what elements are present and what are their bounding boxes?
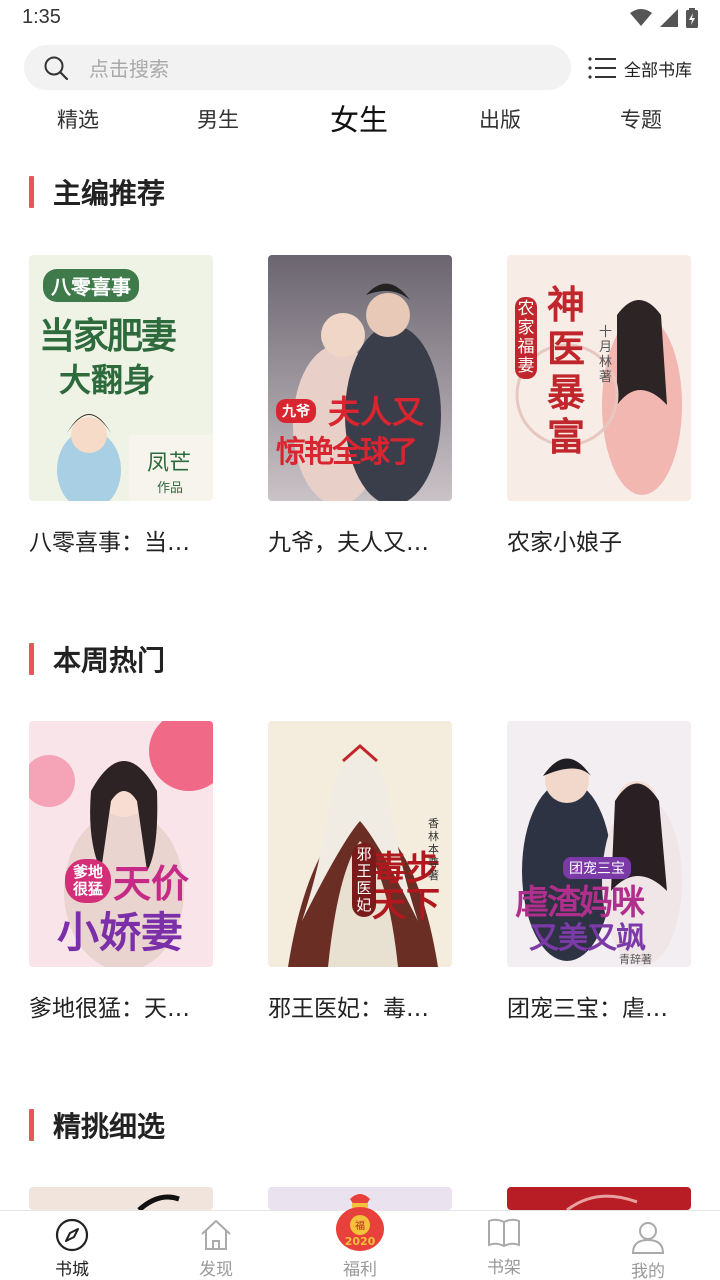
book-title[interactable]: 农家小娘子 <box>507 523 707 557</box>
cover-series: 八零喜事 <box>43 269 139 302</box>
nav-bookstore[interactable]: 书城 <box>22 1211 122 1280</box>
signal-icon <box>660 9 678 27</box>
tab-male[interactable]: 男生 <box>158 100 278 144</box>
search-placeholder: 点击搜索 <box>89 57 169 81</box>
all-library-label: 全部书库 <box>624 60 692 81</box>
book-title[interactable]: 团宠三宝：虐… <box>507 989 707 1023</box>
status-bar: 1:35 <box>0 0 720 40</box>
book-card[interactable]: 九爷 夫人又 惊艳全球了 九爷，夫人又… <box>268 255 452 557</box>
nav-label: 发现 <box>199 1260 233 1280</box>
cover-author: 青辞著 <box>619 953 652 966</box>
cover-headline: 当家肥妻 <box>39 316 177 357</box>
cover-series: 邪王医妃 <box>352 843 376 917</box>
book-cover[interactable] <box>507 1187 691 1210</box>
tab-featured[interactable]: 精选 <box>18 100 138 144</box>
book-title[interactable]: 爹地很猛：天… <box>29 989 229 1023</box>
wifi-icon <box>630 9 652 26</box>
nav-bookshelf[interactable]: 书架 <box>454 1211 554 1280</box>
book-card[interactable] <box>29 1187 213 1210</box>
book-card[interactable]: 毒步天下 邪王医妃 香林本尊著 邪王医妃：毒… <box>268 721 452 1023</box>
book-title[interactable]: 八零喜事：当… <box>29 523 229 557</box>
nav-label: 书架 <box>487 1258 521 1278</box>
compass-icon <box>55 1218 89 1252</box>
tab-female[interactable]: 女生 <box>299 100 419 144</box>
cover-series: 爹地很猛 <box>65 859 111 903</box>
cover-series: 九爷 <box>276 399 316 423</box>
cover-subtitle: 大翻身 <box>59 361 156 399</box>
search-input[interactable]: 点击搜索 <box>24 45 571 90</box>
book-cover[interactable]: 九爷 夫人又 惊艳全球了 <box>268 255 452 501</box>
book-cover[interactable]: 毒步天下 邪王医妃 香林本尊著 <box>268 721 452 967</box>
cover-author: 十月林著 <box>599 325 613 385</box>
cover-series: 农家福妻 <box>515 297 537 379</box>
category-tabs: 精选 男生 女生 出版 专题 <box>0 100 720 144</box>
section-handpicked: 精挑细选 <box>29 1107 165 1143</box>
cover-subtitle: 小娇妻 <box>57 908 184 957</box>
book-title[interactable]: 邪王医妃：毒… <box>268 989 468 1023</box>
book-cover[interactable]: 爹地很猛 天价 小娇妻 <box>29 721 213 967</box>
nav-welfare[interactable]: 福 2020 福利 <box>310 1194 410 1280</box>
section-accent-bar <box>29 176 34 208</box>
nav-label: 我的 <box>631 1262 665 1280</box>
book-cover[interactable]: 八零喜事 当家肥妻 大翻身 凤芒 作品 <box>29 255 213 501</box>
book-title[interactable]: 九爷，夫人又… <box>268 523 468 557</box>
nav-profile[interactable]: 我的 <box>598 1211 698 1280</box>
section-editor-picks: 主编推荐 <box>29 174 165 210</box>
nav-label: 福利 <box>343 1260 377 1280</box>
tab-topics[interactable]: 专题 <box>581 100 701 144</box>
home-icon <box>201 1219 231 1250</box>
book-icon <box>488 1218 520 1248</box>
section-accent-bar <box>29 643 34 675</box>
book-cover[interactable]: 农家福妻 神医暴富 十月林著 <box>507 255 691 501</box>
section-title: 主编推荐 <box>53 177 166 210</box>
svg-text:福: 福 <box>355 1219 365 1232</box>
cover-author: 香林本尊著 <box>428 817 439 882</box>
section-title: 本周热门 <box>53 644 166 677</box>
book-cover[interactable]: 团宠三宝 虐渣妈咪 又美又飒 青辞著 <box>507 721 691 967</box>
cover-author: 凤芒 <box>147 451 192 476</box>
cover-subtitle: 惊艳全球了 <box>276 435 418 470</box>
cover-headline: 神医暴富 <box>547 283 586 459</box>
tab-published[interactable]: 出版 <box>440 100 560 144</box>
gift-bag-icon: 福 2020 <box>336 1194 384 1251</box>
section-accent-bar <box>29 1109 34 1141</box>
cover-credit: 作品 <box>157 481 184 496</box>
book-card[interactable]: 爹地很猛 天价 小娇妻 爹地很猛：天… <box>29 721 213 1023</box>
nav-discover[interactable]: 发现 <box>166 1211 266 1280</box>
search-icon <box>44 56 69 80</box>
section-weekly-hot: 本周热门 <box>29 641 165 677</box>
all-library-button[interactable]: 全部书库 <box>588 53 692 83</box>
book-card[interactable]: 农家福妻 神医暴富 十月林著 农家小娘子 <box>507 255 691 557</box>
bottom-nav: 书城 发现 福 2020 福利 书架 我的 <box>0 1194 720 1280</box>
list-icon <box>588 57 616 79</box>
book-card[interactable]: 团宠三宝 虐渣妈咪 又美又飒 青辞著 团宠三宝：虐… <box>507 721 691 1023</box>
status-icons <box>630 8 698 28</box>
book-card[interactable]: 八零喜事 当家肥妻 大翻身 凤芒 作品 八零喜事：当… <box>29 255 213 557</box>
user-icon <box>631 1222 665 1254</box>
status-time: 1:35 <box>22 6 61 28</box>
nav-label: 书城 <box>55 1260 89 1280</box>
svg-text:2020: 2020 <box>345 1235 376 1248</box>
book-cover[interactable] <box>29 1187 213 1210</box>
book-card[interactable] <box>507 1187 691 1210</box>
section-title: 精挑细选 <box>53 1110 166 1143</box>
battery-icon <box>686 8 698 28</box>
